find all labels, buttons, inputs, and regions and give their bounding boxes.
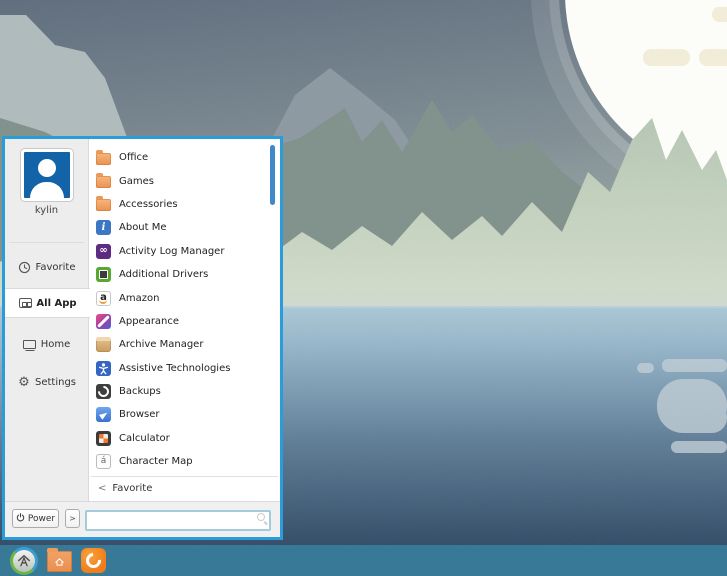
clock-icon xyxy=(18,260,32,274)
avatar[interactable] xyxy=(21,149,73,201)
browser-icon xyxy=(96,407,111,422)
app-item-office[interactable]: Office xyxy=(89,146,280,169)
assistive-icon xyxy=(96,361,111,376)
start-menu-bottom-bar: Power > xyxy=(5,501,280,537)
taskbar xyxy=(0,545,727,576)
file-manager-icon[interactable] xyxy=(47,551,72,572)
app-item-about-me[interactable]: i About Me xyxy=(89,216,280,239)
backups-icon xyxy=(96,384,111,399)
app-item-amazon[interactable]: a Amazon xyxy=(89,286,280,309)
sidebar-item-home[interactable]: Home xyxy=(5,329,88,359)
app-item-activity-log-manager[interactable]: ∞ Activity Log Manager xyxy=(89,240,280,263)
app-item-assistive-technologies[interactable]: Assistive Technologies xyxy=(89,357,280,380)
folder-icon xyxy=(96,153,111,165)
app-item-accessories[interactable]: Accessories xyxy=(89,193,280,216)
gear-icon: ⚙ xyxy=(17,375,31,389)
activity-log-icon: ∞ xyxy=(96,244,111,259)
folder-icon xyxy=(96,176,111,188)
app-item-appearance[interactable]: Appearance xyxy=(89,310,280,333)
sidebar-item-favorite[interactable]: Favorite xyxy=(5,252,88,282)
amazon-icon: a xyxy=(96,291,111,306)
username-label: kylin xyxy=(5,205,88,216)
app-item-browser[interactable]: Browser xyxy=(89,403,280,426)
app-item-backups[interactable]: Backups xyxy=(89,380,280,403)
appearance-icon xyxy=(96,314,111,329)
drivers-icon xyxy=(96,267,111,282)
desktop: kylin Favorite All App Home xyxy=(0,0,727,576)
sidebar-divider xyxy=(9,242,84,243)
archive-icon xyxy=(96,337,111,352)
app-item-games[interactable]: Games xyxy=(89,169,280,192)
monitor-icon xyxy=(23,337,37,351)
home-folder-glyph xyxy=(54,557,65,567)
search-input[interactable] xyxy=(85,510,271,531)
sidebar-item-settings[interactable]: ⚙ Settings xyxy=(5,367,88,397)
folder-icon xyxy=(96,199,111,211)
app-item-calculator[interactable]: Calculator xyxy=(89,427,280,450)
calculator-icon xyxy=(96,431,111,446)
scrollbar-thumb[interactable] xyxy=(270,145,275,205)
app-list: Office Games Accessories i About Me ∞ Ac… xyxy=(89,139,280,501)
power-options-expand-button[interactable]: > xyxy=(65,509,80,528)
about-me-icon: i xyxy=(96,220,111,235)
start-menu-panel: kylin Favorite All App Home xyxy=(2,136,283,540)
avatar-person-icon xyxy=(38,159,56,177)
character-map-icon: á xyxy=(96,454,111,469)
app-item-additional-drivers[interactable]: Additional Drivers xyxy=(89,263,280,286)
apps-window-icon xyxy=(18,296,32,310)
search-icon xyxy=(257,513,265,521)
app-item-character-map[interactable]: á Character Map xyxy=(89,450,280,473)
firefox-icon[interactable] xyxy=(81,548,106,573)
power-icon xyxy=(16,513,25,525)
back-to-favorite[interactable]: < Favorite xyxy=(89,477,280,499)
power-button[interactable]: Power xyxy=(12,509,59,528)
start-menu-sidebar: kylin Favorite All App Home xyxy=(5,139,89,501)
kylin-home-icon xyxy=(17,554,31,568)
sidebar-item-all-app[interactable]: All App xyxy=(5,288,90,318)
chevron-left-icon: < xyxy=(98,483,106,494)
app-item-archive-manager[interactable]: Archive Manager xyxy=(89,333,280,356)
start-menu-button[interactable] xyxy=(10,547,38,575)
